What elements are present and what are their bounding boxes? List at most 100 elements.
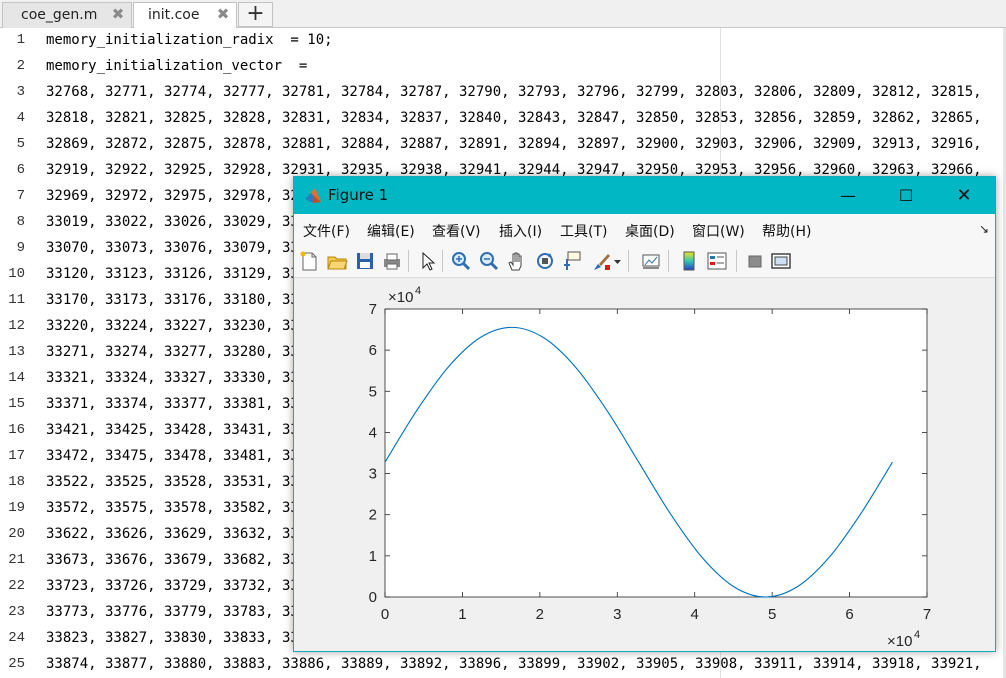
code-line[interactable]: 3 32768, 32771, 32774, 32777, 32781, 3278… (0, 80, 1006, 106)
x-tick-label: 3 (613, 606, 621, 623)
select-arrow-icon[interactable] (416, 250, 438, 272)
code-line-text: 33472, 33475, 33478, 33481, 3348 (46, 448, 316, 464)
code-line-text: 32969, 32972, 32975, 32978, 3298 (46, 188, 316, 204)
line-number: 15 (8, 396, 25, 412)
code-line[interactable]: 25 33874, 33877, 33880, 33883, 33886, 338… (0, 652, 1006, 678)
save-icon[interactable] (354, 250, 376, 272)
show-plot-tools-icon[interactable] (770, 250, 792, 272)
colorbar-icon[interactable] (678, 250, 700, 272)
line-number: 8 (16, 214, 25, 230)
code-line-text: 33622, 33626, 33629, 33632, 3363 (46, 526, 316, 542)
tab-label: init.coe (148, 7, 200, 23)
y-exponent: 4 (415, 285, 421, 297)
hide-plot-tools-icon[interactable] (744, 250, 766, 272)
line-number: 21 (8, 552, 25, 568)
code-line-text: 33321, 33324, 33327, 33330, 3333 (46, 370, 316, 386)
line-number: 18 (8, 474, 25, 490)
maximize-button[interactable]: ☐ (877, 177, 935, 214)
y-tick-label: 1 (369, 548, 377, 565)
code-line-text: 33070, 33073, 33076, 33079, 3308 (46, 240, 316, 256)
menu-view[interactable]: 查看(V) (432, 221, 481, 241)
y-tick-label: 5 (369, 383, 377, 400)
minimize-button[interactable]: — (819, 177, 877, 214)
line-number: 20 (8, 526, 25, 542)
legend-icon[interactable] (706, 250, 728, 272)
line-number: 6 (16, 162, 25, 178)
line-number: 22 (8, 578, 25, 594)
y-tick-label: 3 (369, 466, 377, 483)
x-tick-label: 4 (691, 606, 699, 623)
code-line[interactable]: 4 32818, 32821, 32825, 32828, 32831, 3283… (0, 106, 1006, 132)
line-number: 11 (8, 292, 25, 308)
line-number: 24 (8, 630, 25, 646)
figure-toolbar (294, 244, 995, 278)
menu-tools[interactable]: 工具(T) (560, 221, 607, 241)
menu-window[interactable]: 窗口(W) (692, 221, 745, 241)
y-tick-label: 0 (369, 589, 377, 606)
rotate-3d-icon[interactable] (534, 250, 556, 272)
line-number: 2 (16, 58, 25, 74)
x-tick-label: 1 (458, 606, 466, 623)
close-button[interactable]: ✕ (935, 177, 993, 214)
y-tick-label: 6 (369, 342, 377, 359)
menu-desktop[interactable]: 桌面(D) (625, 221, 675, 241)
code-line-text: 33723, 33726, 33729, 33732, 3373 (46, 578, 316, 594)
y-tick-label: 4 (369, 424, 377, 441)
data-cursor-icon[interactable] (562, 250, 584, 272)
add-tab-button[interactable]: + (238, 2, 273, 27)
toolbar-separator (442, 250, 443, 272)
toolbar-separator (668, 250, 669, 272)
code-line-text: 33773, 33776, 33779, 33783, 3378 (46, 604, 316, 620)
y-tick-label: 2 (369, 507, 377, 524)
line-number: 9 (16, 240, 25, 256)
zoom-out-icon[interactable] (478, 250, 500, 272)
brush-icon[interactable] (590, 250, 612, 272)
code-line-text: 33673, 33676, 33679, 33682, 3368 (46, 552, 316, 568)
line-number: 1 (16, 32, 25, 48)
link-plot-icon[interactable] (640, 250, 662, 272)
open-file-icon[interactable] (326, 250, 348, 272)
menu-edit[interactable]: 编辑(E) (367, 221, 415, 241)
line-number: 25 (8, 656, 25, 672)
line-number: 3 (16, 84, 25, 100)
code-line[interactable]: 2 memory_initialization_vector = (0, 54, 1006, 80)
code-line-text: 32869, 32872, 32875, 32878, 32881, 32884… (46, 136, 982, 152)
line-number: 10 (8, 266, 25, 282)
line-number: 17 (8, 448, 25, 464)
brush-dropdown-icon[interactable] (612, 250, 624, 272)
print-icon[interactable] (381, 250, 403, 272)
figure-title: Figure 1 (328, 186, 389, 204)
x-tick-label: 7 (923, 606, 931, 623)
menu-help[interactable]: 帮助(H) (762, 221, 811, 241)
axes-box (384, 308, 928, 598)
close-tab-icon[interactable]: ✖ (215, 5, 231, 23)
code-line-text: 33823, 33827, 33830, 33833, 3383 (46, 630, 316, 646)
close-tab-icon[interactable]: ✖ (110, 5, 126, 23)
new-figure-icon[interactable] (298, 250, 320, 272)
menu-insert[interactable]: 插入(I) (499, 221, 542, 241)
figure-titlebar[interactable]: Figure 1 — ☐ ✕ (294, 177, 995, 214)
tab-init-coe[interactable]: init.coe ✖ (133, 2, 237, 29)
x-tick-label: 0 (381, 606, 389, 623)
figure-window[interactable]: Figure 1 — ☐ ✕ 文件(F) 编辑(E) 查看(V) 插入(I) 工… (293, 176, 996, 652)
line-number: 13 (8, 344, 25, 360)
line-number: 12 (8, 318, 25, 334)
zoom-in-icon[interactable] (450, 250, 472, 272)
code-line[interactable]: 5 32869, 32872, 32875, 32878, 32881, 3288… (0, 132, 1006, 158)
code-line[interactable]: 1 memory_initialization_radix = 10; (0, 28, 1006, 54)
tab-coe-gen[interactable]: coe_gen.m ✖ (2, 2, 132, 28)
plot-area[interactable]: 0 1 2 3 4 5 6 7 0 1 2 3 4 5 6 7 ×10 4 ×10 4 (294, 278, 995, 651)
pan-icon[interactable] (506, 250, 528, 272)
line-number: 7 (16, 188, 25, 204)
x-exponent: 4 (914, 629, 920, 641)
code-line-text: memory_initialization_radix = 10; (46, 32, 333, 48)
figure-menubar: 文件(F) 编辑(E) 查看(V) 插入(I) 工具(T) 桌面(D) 窗口(W… (294, 214, 995, 244)
menu-file[interactable]: 文件(F) (303, 221, 350, 241)
menu-overflow-icon[interactable]: ↘ (979, 222, 989, 236)
line-number: 14 (8, 370, 25, 386)
code-line-text: 33019, 33022, 33026, 33029, 3303 (46, 214, 316, 230)
y-exponent-label: ×10 (388, 289, 413, 306)
line-chart[interactable]: 0 1 2 3 4 5 6 701234567×10 4×10 4 (294, 278, 995, 651)
code-line-text: 32818, 32821, 32825, 32828, 32831, 32834… (46, 110, 982, 126)
matlab-logo-icon (305, 188, 321, 203)
